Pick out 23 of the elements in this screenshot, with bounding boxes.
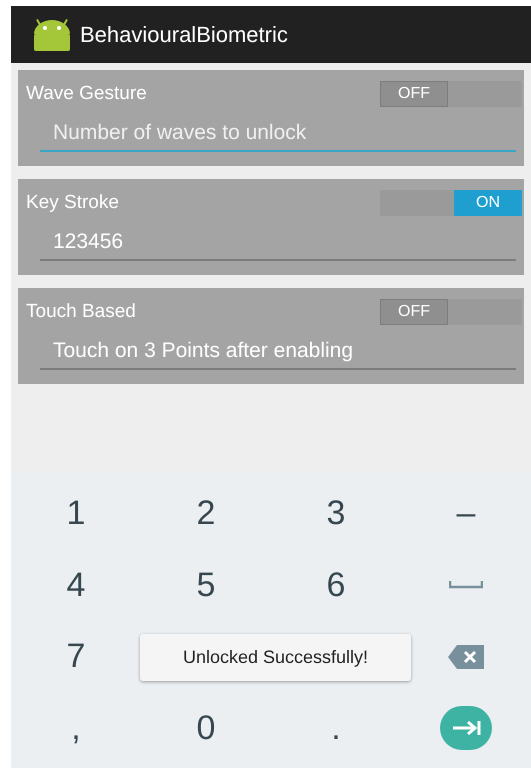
- app-title: BehaviouralBiometric: [80, 21, 288, 49]
- keyboard-key[interactable]: 1: [11, 478, 141, 550]
- toast-message: Unlocked Successfully!: [140, 634, 411, 681]
- setting-label: Touch Based: [26, 300, 136, 324]
- setting-label: Wave Gesture: [26, 82, 147, 106]
- keyboard-key[interactable]: ,: [11, 692, 141, 764]
- keyboard-key[interactable]: 7: [11, 621, 141, 692]
- backspace-icon: [448, 644, 484, 669]
- keyboard-key[interactable]: 2: [141, 478, 271, 550]
- toggle-thumb: OFF: [380, 81, 448, 107]
- keyboard-key[interactable]: 3: [271, 478, 401, 550]
- keyboard-key[interactable]: –: [401, 478, 531, 550]
- keyboard-key[interactable]: 5: [141, 550, 271, 621]
- toggle-thumb: OFF: [380, 299, 448, 325]
- keyboard-key[interactable]: 6: [271, 550, 401, 621]
- android-robot-icon: [33, 18, 71, 52]
- setting-label: Key Stroke: [26, 190, 119, 215]
- keyboard-key[interactable]: 4: [11, 550, 141, 621]
- keyboard-key[interactable]: 0: [141, 692, 271, 764]
- space-icon: [449, 581, 483, 590]
- next-icon: [440, 706, 492, 750]
- toggle-thumb: ON: [454, 190, 522, 216]
- keyboard-key[interactable]: .: [271, 692, 401, 764]
